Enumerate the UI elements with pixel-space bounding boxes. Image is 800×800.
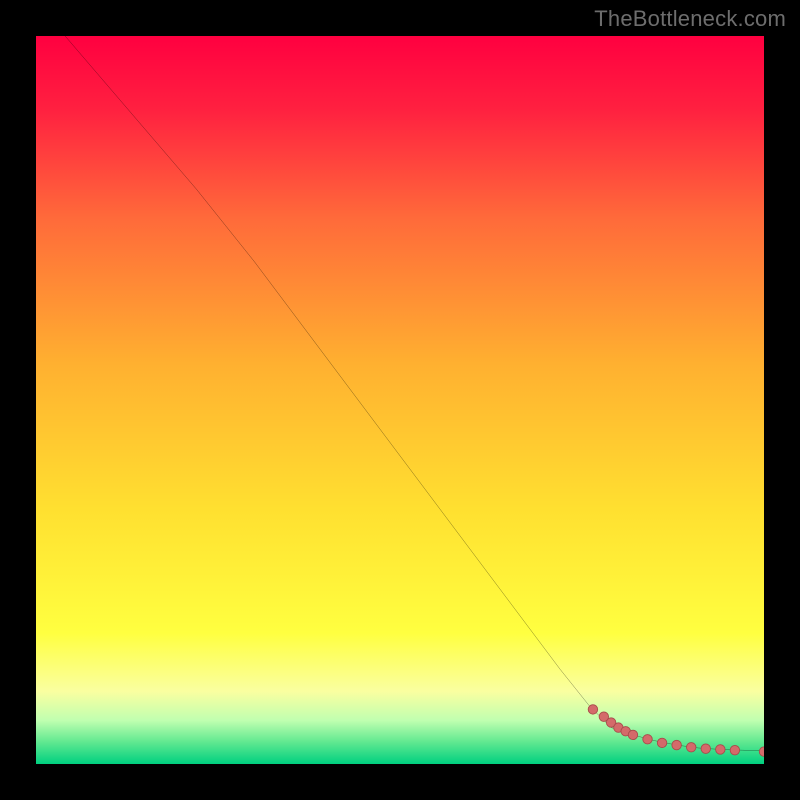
plot-area xyxy=(36,36,764,764)
data-point xyxy=(730,745,739,754)
data-point xyxy=(716,745,725,754)
data-point xyxy=(759,747,764,756)
data-point xyxy=(657,738,666,747)
data-point xyxy=(643,735,652,744)
data-markers xyxy=(588,705,764,757)
data-point xyxy=(701,744,710,753)
data-point xyxy=(628,730,637,739)
chart-overlay xyxy=(36,36,764,764)
chart-container: TheBottleneck.com xyxy=(0,0,800,800)
data-point xyxy=(686,743,695,752)
bottleneck-curve xyxy=(65,36,764,751)
attribution-label: TheBottleneck.com xyxy=(594,6,786,32)
data-point xyxy=(672,740,681,749)
data-point xyxy=(588,705,597,714)
